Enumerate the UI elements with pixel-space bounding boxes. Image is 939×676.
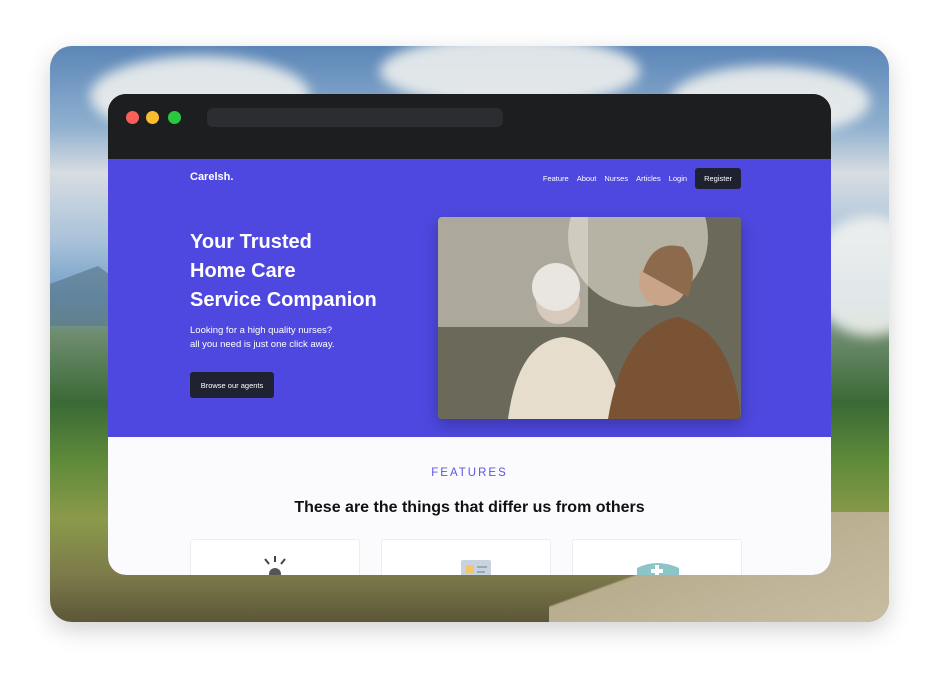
close-window-button[interactable] [126, 111, 139, 124]
feature-card[interactable] [190, 539, 360, 575]
hero-subtitle-line: all you need is just one click away. [190, 339, 335, 350]
browse-agents-button[interactable]: Browse our agents [190, 372, 274, 398]
nav-nurses[interactable]: Nurses [604, 174, 628, 183]
sun-rays-icon [264, 556, 286, 575]
top-navigation: Feature About Nurses Articles Login Regi… [543, 168, 741, 189]
hero-title-line: Service Companion [190, 289, 377, 311]
hero-subtitle: Looking for a high quality nurses? all y… [190, 324, 410, 352]
browser-titlebar [108, 94, 831, 159]
address-bar[interactable] [207, 108, 503, 127]
register-button[interactable]: Register [695, 168, 741, 189]
hero-photo [438, 217, 741, 419]
nav-feature[interactable]: Feature [543, 174, 569, 183]
hero-title-line: Home Care [190, 260, 296, 282]
web-page: Carelsh. Feature About Nurses Articles L… [108, 159, 831, 575]
nav-articles[interactable]: Articles [636, 174, 661, 183]
caregiver-photo-illustration [438, 217, 741, 419]
browser-window: Carelsh. Feature About Nurses Articles L… [108, 94, 831, 575]
features-label: FEATURES [431, 467, 508, 479]
hero-title: Your Trusted Home Care Service Companion [190, 228, 420, 315]
maximize-window-button[interactable] [168, 111, 181, 124]
medical-kit-icon [637, 563, 679, 575]
hero-section: Carelsh. Feature About Nurses Articles L… [108, 159, 831, 437]
features-title: These are the things that differ us from… [294, 499, 645, 516]
feature-card[interactable] [572, 539, 742, 575]
feature-card[interactable] [381, 539, 551, 575]
nav-about[interactable]: About [577, 174, 597, 183]
brand-logo[interactable]: Carelsh. [190, 171, 233, 183]
hero-title-line: Your Trusted [190, 231, 312, 253]
nav-login[interactable]: Login [669, 174, 687, 183]
minimize-window-button[interactable] [146, 111, 159, 124]
id-card-icon [461, 560, 491, 575]
hero-subtitle-line: Looking for a high quality nurses? [190, 325, 333, 336]
